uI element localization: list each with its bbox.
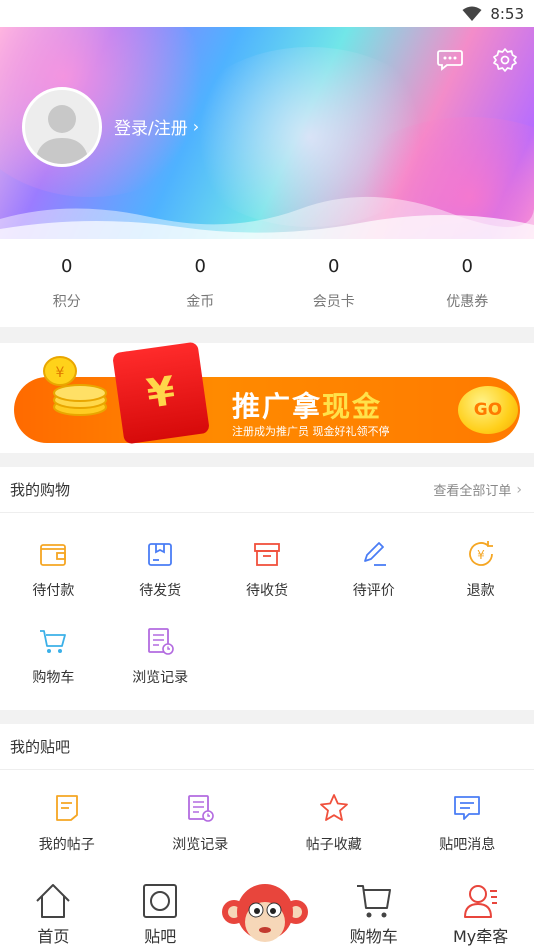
item-label: 退款 — [466, 582, 495, 599]
home-icon — [33, 881, 73, 921]
item-label: 待评价 — [352, 582, 395, 599]
item-label: 浏览记录 — [132, 669, 189, 686]
section-header: 我的购物 查看全部订单 › — [0, 467, 534, 513]
history-icon — [144, 625, 176, 657]
package-icon — [144, 538, 176, 570]
login-register-link[interactable]: 登录/注册 › — [114, 114, 199, 139]
promo-banner[interactable]: ¥ ¥ 推广拿现金 注册成为推广员 现金好礼领不停 GO — [14, 341, 520, 445]
forum-history-button[interactable]: 浏览记录 — [134, 770, 268, 875]
pencil-icon — [358, 538, 390, 570]
gold-coins-icon: ¥ — [43, 356, 107, 416]
stat-coupons[interactable]: 0 优惠券 — [401, 239, 534, 327]
cart-button[interactable]: 购物车 — [0, 612, 107, 699]
item-label: 购物车 — [32, 669, 75, 686]
avatar[interactable] — [22, 87, 102, 167]
section-title: 我的购物 — [10, 481, 71, 499]
item-label: 待收货 — [245, 582, 288, 599]
gear-icon[interactable] — [492, 47, 518, 73]
chevron-right-icon: › — [516, 481, 522, 498]
stat-label: 会员卡 — [312, 293, 355, 310]
forum-icon — [140, 881, 180, 921]
user-profile-icon — [461, 881, 501, 921]
item-label: 待付款 — [32, 582, 75, 599]
chat-bubble-icon[interactable] — [437, 47, 463, 73]
banner-subtitle: 注册成为推广员 现金好礼领不停 — [232, 425, 390, 438]
item-label: 贴吧消息 — [439, 836, 496, 853]
item-label: 我的帖子 — [38, 836, 95, 853]
post-favorites-button[interactable]: 帖子收藏 — [267, 770, 401, 875]
stats-row: 0 积分 0 金币 0 会员卡 0 优惠券 — [0, 239, 534, 327]
pending-receipt-button[interactable]: 待收货 — [214, 525, 321, 612]
pending-review-button[interactable]: 待评价 — [320, 525, 427, 612]
view-all-orders-link[interactable]: 查看全部订单 › — [433, 480, 522, 500]
stat-label: 积分 — [52, 293, 81, 310]
monkey-mascot-icon[interactable] — [220, 880, 310, 949]
default-avatar-icon — [35, 105, 89, 164]
item-label: 浏览记录 — [172, 836, 229, 853]
browse-history-button[interactable]: 浏览记录 — [107, 612, 214, 699]
stat-value: 0 — [328, 255, 340, 277]
item-label: 待发货 — [139, 582, 182, 599]
tab-home[interactable]: 首页 — [0, 879, 107, 949]
section-title: 我的贴吧 — [10, 738, 71, 756]
tab-cart[interactable]: 购物车 — [320, 879, 427, 949]
forum-messages-button[interactable]: 贴吧消息 — [401, 770, 534, 875]
my-forum-section: 我的贴吧 我的帖子 浏览记录 帖子收藏 贴吧消息 — [0, 724, 534, 880]
promo-banner-area: ¥ ¥ 推广拿现金 注册成为推广员 现金好礼领不停 GO — [0, 341, 534, 453]
history-icon — [184, 792, 216, 824]
red-envelope-icon: ¥ — [112, 341, 210, 445]
stat-value: 0 — [61, 255, 73, 277]
stat-label: 优惠券 — [446, 293, 489, 310]
refund-button[interactable]: ¥ 退款 — [427, 525, 534, 612]
message-icon — [451, 792, 483, 824]
refund-icon: ¥ — [465, 538, 497, 570]
tab-my-profile[interactable]: My牵客 — [427, 879, 534, 949]
status-time: 8:53 — [490, 4, 524, 23]
go-button[interactable]: GO — [458, 386, 518, 434]
my-posts-button[interactable]: 我的帖子 — [0, 770, 134, 875]
wallet-icon — [37, 538, 69, 570]
svg-text:¥: ¥ — [477, 548, 485, 562]
tab-label: 购物车 — [349, 927, 398, 946]
pending-shipment-button[interactable]: 待发货 — [107, 525, 214, 612]
section-header: 我的贴吧 — [0, 724, 534, 770]
cart-icon — [354, 881, 394, 921]
stat-points[interactable]: 0 积分 — [0, 239, 134, 327]
tab-forum[interactable]: 贴吧 — [107, 879, 214, 949]
login-label: 登录/注册 — [114, 119, 188, 139]
star-icon — [318, 792, 350, 824]
stat-coins[interactable]: 0 金币 — [134, 239, 268, 327]
svg-text:¥: ¥ — [56, 365, 65, 381]
box-icon — [251, 538, 283, 570]
status-bar: 8:53 — [0, 0, 534, 27]
tab-label: 首页 — [37, 927, 70, 946]
item-label: 帖子收藏 — [305, 836, 362, 853]
chevron-right-icon: › — [192, 117, 200, 136]
pending-payment-button[interactable]: 待付款 — [0, 525, 107, 612]
tab-label: 贴吧 — [144, 927, 177, 946]
header-wave — [0, 196, 534, 239]
cart-icon — [37, 625, 69, 657]
my-shopping-section: 我的购物 查看全部订单 › 待付款 待发货 待收货 待评价 ¥ 退款 购物车 浏… — [0, 467, 534, 710]
document-icon — [51, 792, 83, 824]
wifi-icon — [462, 6, 482, 22]
stat-value: 0 — [461, 255, 473, 277]
stat-value: 0 — [194, 255, 206, 277]
stat-label: 金币 — [186, 293, 215, 310]
banner-title: 推广拿现金 — [232, 390, 383, 423]
tab-label: My牵客 — [452, 927, 509, 946]
stat-member-card[interactable]: 0 会员卡 — [267, 239, 401, 327]
